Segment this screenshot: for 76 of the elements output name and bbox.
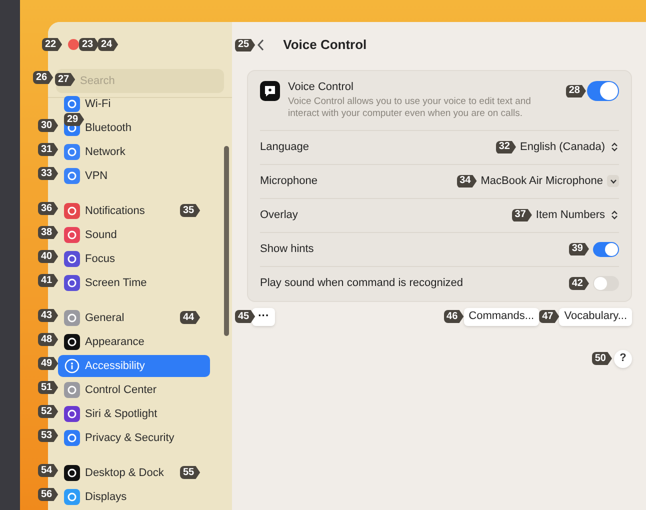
more-button[interactable]: ···	[252, 308, 276, 326]
popup-menu[interactable]: English (Canada)	[520, 138, 619, 156]
item-number-badge: 30	[38, 119, 58, 132]
up-down-chevron-icon	[609, 209, 619, 221]
item-number-badge: 38	[38, 226, 58, 239]
popup-menu[interactable]: Item Numbers	[536, 206, 619, 224]
action-button[interactable]: Commands...	[464, 308, 540, 326]
item-number-badge: 46	[444, 310, 464, 323]
item-number-badge: 23	[79, 38, 100, 51]
item-number-badge: 53	[38, 429, 58, 442]
sidebar-item[interactable]: Appearance	[58, 333, 146, 351]
info-icon	[64, 358, 80, 374]
item-number-badge: 42	[568, 277, 589, 290]
setting-label: Overlay	[260, 208, 299, 223]
item-number-badge: 24	[98, 38, 118, 51]
item-number-badge: 37	[512, 208, 532, 222]
sidebar-item[interactable]: Screen Time	[58, 274, 149, 292]
item-number-badge: 41	[38, 274, 58, 287]
item-number-badge: 29	[64, 113, 84, 126]
setting-description: Voice Control allows you to use your voice to edit text and interact with your computer even when you are on calls.	[288, 96, 532, 120]
item-number-badge: 31	[38, 143, 58, 156]
action-button[interactable]: Vocabulary...	[559, 308, 632, 326]
item-number-badge: 32	[496, 140, 516, 154]
speech-bubble-icon	[260, 81, 280, 101]
item-number-badge: 50	[592, 352, 612, 365]
item-number-badge: 39	[568, 242, 589, 256]
item-number-badge: 33	[38, 167, 58, 180]
sidebar-item[interactable]: Sound	[58, 226, 119, 244]
scrollbar[interactable]	[224, 146, 229, 336]
item-number-badge: 47	[539, 310, 560, 323]
sidebar-item[interactable]: Focus	[58, 250, 117, 268]
item-number-badge: 36	[38, 202, 58, 215]
sidebar-item[interactable]: Control Center	[58, 381, 159, 399]
popup-menu[interactable]: MacBook Air Microphone	[480, 172, 619, 190]
close-button[interactable]	[68, 39, 79, 50]
chevron-down-icon	[607, 175, 619, 187]
item-number-badge: 51	[38, 381, 58, 394]
item-number-badge: 27	[55, 73, 76, 86]
sidebar-item[interactable]: Displays	[58, 488, 129, 506]
back-button[interactable]	[257, 39, 266, 51]
item-number-badge: 43	[38, 309, 58, 322]
item-number-badge: 25	[235, 38, 256, 52]
toggle-switch[interactable]	[587, 81, 619, 101]
item-number-badge: 26	[33, 71, 54, 84]
sidebar-item[interactable]: Privacy & Security	[58, 429, 176, 447]
item-number-badge: 56	[38, 488, 58, 501]
item-number-badge: 45	[235, 310, 256, 323]
sidebar-item[interactable]: Network	[58, 143, 128, 161]
sidebar-item[interactable]: VPN	[58, 167, 110, 185]
setting-title: Voice Control	[288, 80, 354, 95]
item-number-badge: 28	[566, 84, 586, 98]
up-down-chevron-icon	[609, 141, 619, 153]
item-number-badge: 22	[42, 38, 62, 51]
item-number-badge: 44	[180, 311, 200, 324]
setting-label: Language	[260, 140, 310, 155]
item-number-badge: 55	[180, 466, 200, 479]
item-number-badge: 54	[38, 464, 58, 477]
item-number-badge: 34	[456, 174, 477, 188]
toggle-switch[interactable]	[593, 242, 619, 256]
sidebar-item[interactable]: Accessibility	[58, 355, 210, 377]
item-number-badge: 35	[180, 204, 200, 217]
help-button[interactable]: ?	[614, 350, 632, 368]
sidebar-item[interactable]: Siri & Spotlight	[58, 405, 160, 423]
setting-label: Show hints	[260, 242, 315, 257]
item-number-badge: 40	[38, 250, 58, 263]
sidebar-item[interactable]: Wi-Fi	[58, 95, 113, 113]
setting-label: Play sound when command is recognized	[260, 276, 464, 292]
item-number-badge: 52	[38, 405, 58, 418]
sidebar-item[interactable]: Desktop & Dock	[58, 464, 166, 482]
sidebar-item[interactable]: General	[58, 309, 126, 327]
sidebar-item[interactable]: Notifications	[58, 202, 147, 220]
item-number-badge: 49	[38, 357, 58, 370]
page-title: Voice Control	[283, 36, 367, 54]
item-number-badge: 48	[38, 333, 58, 346]
setting-label: Microphone	[260, 174, 318, 189]
toggle-switch[interactable]	[593, 276, 619, 291]
